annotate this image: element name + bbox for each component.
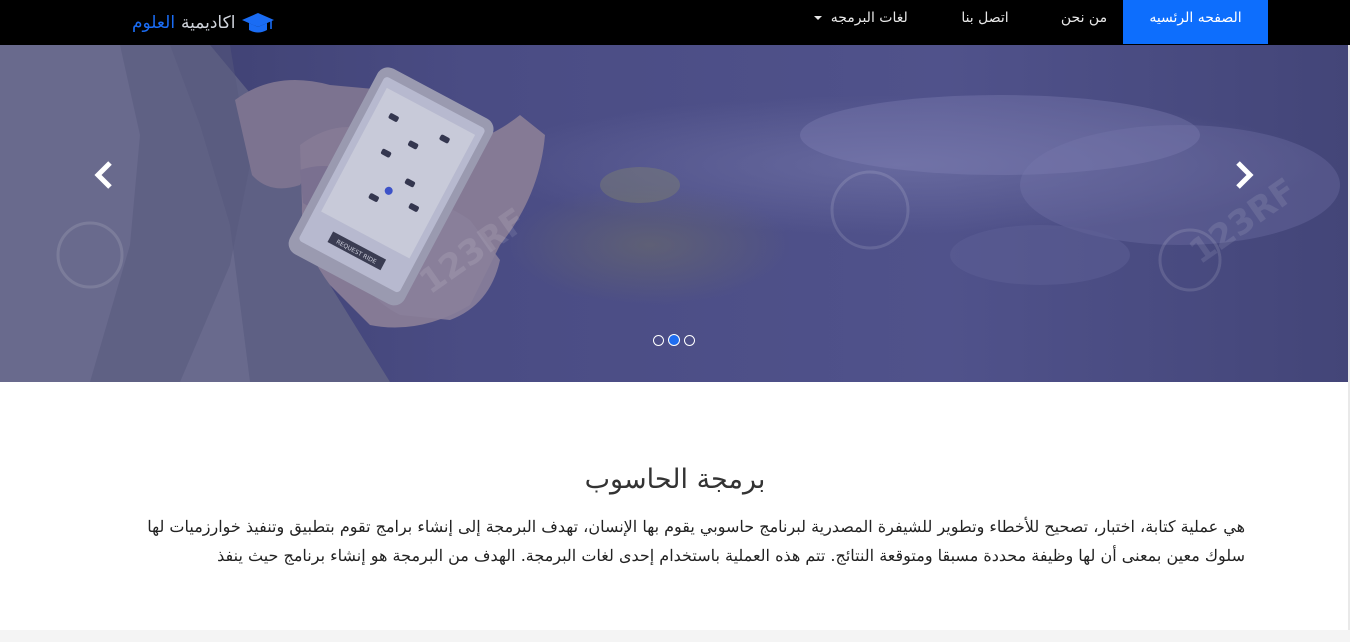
nav-about[interactable]: من نحن	[1048, 0, 1120, 44]
hero-slide-image: REQUEST RIDE 123RF 123RF	[0, 45, 1350, 382]
carousel-indicator-3[interactable]	[684, 335, 695, 346]
article-section: برمجة الحاسوب هي عملية كتابة، اختبار، تص…	[0, 382, 1350, 630]
footer-strip	[0, 630, 1350, 642]
carousel-indicators	[653, 334, 695, 347]
article-body: هي عملية كتابة، اختبار، تصحيح للأخطاء وت…	[147, 517, 1245, 565]
carousel-prev-button[interactable]	[92, 157, 116, 193]
nav-home[interactable]: الصفحه الرئسيه	[1123, 0, 1268, 44]
caret-down-icon	[814, 16, 823, 20]
brand-name-part2: العلوم	[132, 12, 176, 33]
hero-carousel: REQUEST RIDE 123RF 123RF	[0, 45, 1350, 382]
article-title: برمجة الحاسوب	[584, 464, 766, 495]
top-navbar: اكاديمية العلوم الصفحه الرئسيه من نحن ات…	[0, 0, 1350, 45]
chevron-right-icon	[1236, 161, 1254, 189]
nav-languages-label: لغات البرمجه	[830, 10, 908, 26]
carousel-indicator-2[interactable]	[668, 334, 680, 346]
nav-contact-label: اتصل بنا	[961, 10, 1009, 26]
brand-logo[interactable]: اكاديمية العلوم	[132, 0, 275, 45]
nav-languages-dropdown[interactable]: لغات البرمجه	[802, 0, 920, 44]
carousel-next-button[interactable]	[1232, 157, 1256, 193]
graduation-cap-icon	[241, 10, 275, 36]
nav-about-label: من نحن	[1060, 10, 1108, 26]
nav-home-label: الصفحه الرئسيه	[1149, 10, 1242, 26]
nav-contact[interactable]: اتصل بنا	[945, 0, 1025, 44]
carousel-indicator-1[interactable]	[653, 335, 664, 346]
brand-name-part1: اكاديمية	[181, 12, 236, 33]
chevron-left-icon	[94, 161, 112, 189]
